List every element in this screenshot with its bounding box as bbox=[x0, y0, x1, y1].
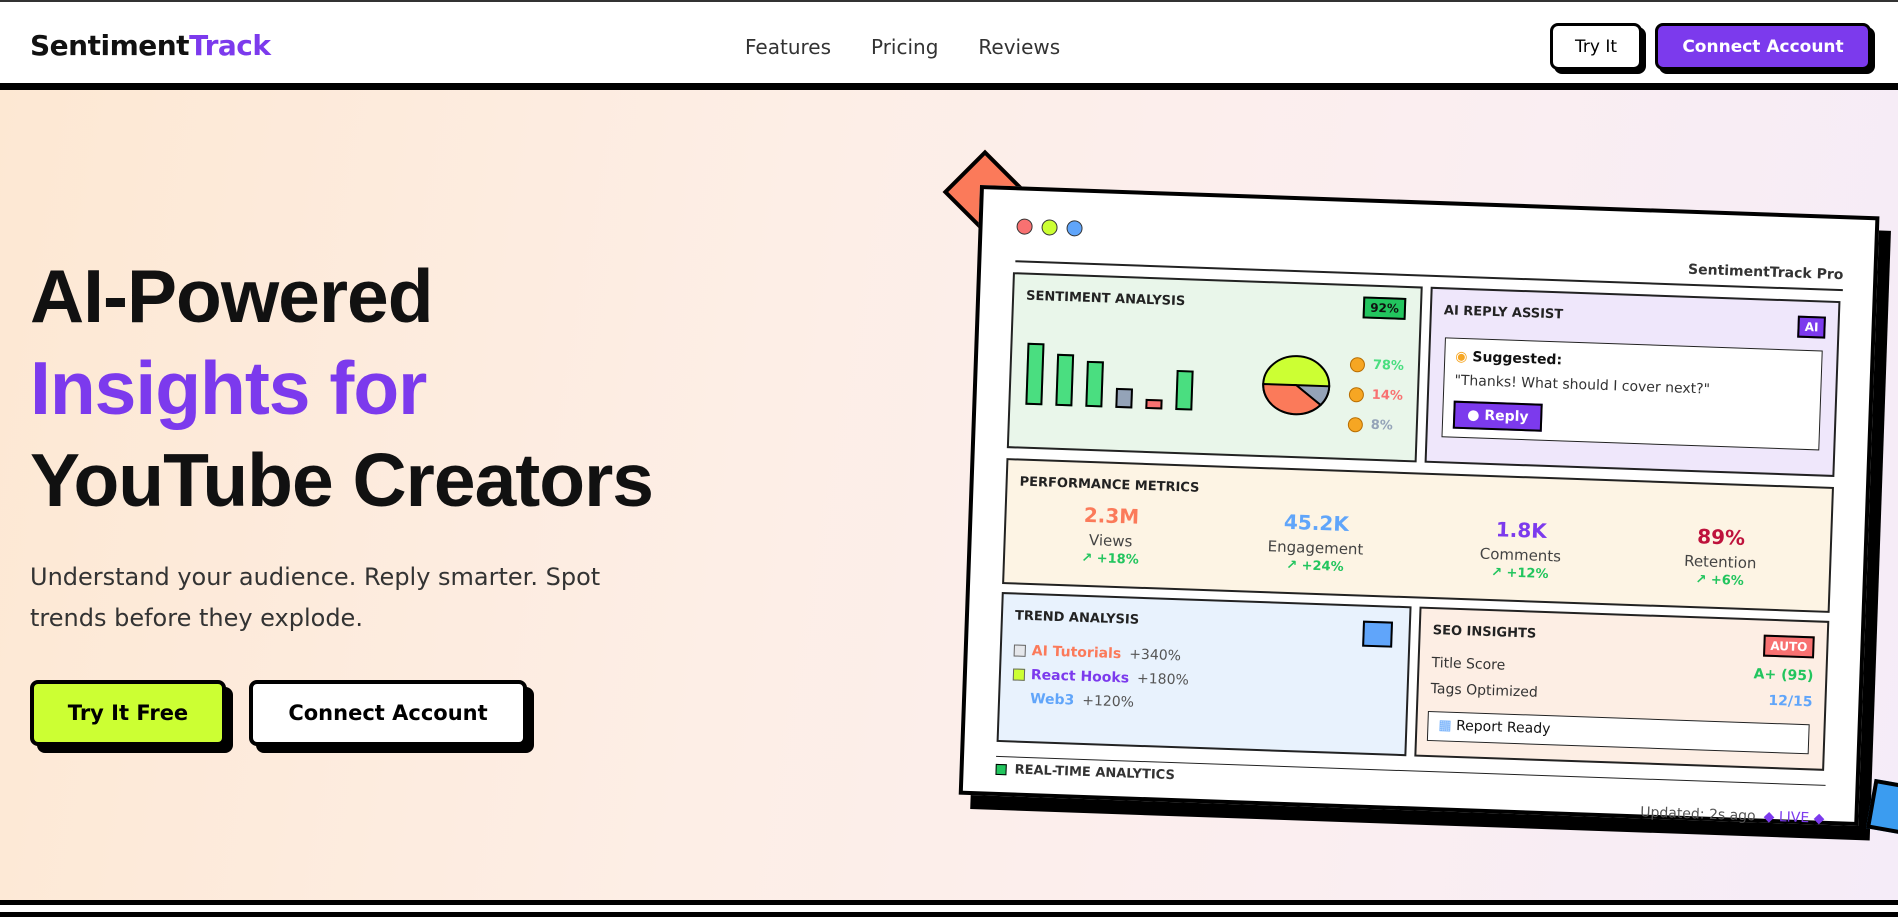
maximize-dot bbox=[1066, 220, 1083, 237]
headline-line-1: AI-Powered bbox=[30, 254, 434, 338]
dashboard-window: SentimentTrack Pro SENTIMENT ANALYSIS 92… bbox=[958, 185, 1880, 827]
performance-panel: PERFORMANCE METRICS 2.3M Views ↗ +18% 45… bbox=[1002, 458, 1834, 613]
seo-heading: SEO INSIGHTS bbox=[1432, 623, 1537, 642]
close-dot bbox=[1016, 218, 1033, 235]
bottom-border bbox=[0, 900, 1898, 917]
nav-link-features[interactable]: Features bbox=[745, 35, 831, 59]
bar-1 bbox=[1025, 342, 1045, 406]
sentiment-score-badge: 92% bbox=[1362, 296, 1407, 320]
ai-reply-heading: AI REPLY ASSIST bbox=[1443, 303, 1564, 323]
bar-3 bbox=[1085, 360, 1104, 408]
bar-4 bbox=[1115, 387, 1133, 409]
logo[interactable]: SentimentTrack bbox=[30, 29, 271, 62]
bar-5 bbox=[1145, 398, 1163, 410]
try-it-free-button[interactable]: Try It Free bbox=[30, 680, 226, 746]
try-it-button[interactable]: Try It bbox=[1550, 23, 1642, 70]
nav-links: Features Pricing Reviews bbox=[745, 35, 1060, 59]
hero-subtitle: Understand your audience. Reply smarter.… bbox=[30, 563, 601, 632]
realtime-label: REAL-TIME ANALYTICS bbox=[995, 762, 1175, 783]
nav-link-reviews[interactable]: Reviews bbox=[978, 35, 1060, 59]
metric-retention: 89% Retention ↗ +6% bbox=[1683, 524, 1757, 589]
headline-line-2: Insights for bbox=[30, 346, 427, 430]
connect-account-nav-button[interactable]: Connect Account bbox=[1655, 23, 1871, 70]
legend-positive: 78% bbox=[1349, 350, 1404, 382]
report-ready-box[interactable]: ▦ Report Ready bbox=[1426, 710, 1810, 755]
logo-accent: Track bbox=[189, 29, 271, 62]
headline-line-3: YouTube Creators bbox=[30, 438, 654, 522]
live-indicator-icon bbox=[995, 763, 1007, 776]
suggested-label: ◉ Suggested: bbox=[1455, 348, 1563, 369]
chat-bubble-icon: ● bbox=[1466, 407, 1485, 424]
nav-link-pricing[interactable]: Pricing bbox=[871, 35, 938, 59]
connect-account-button[interactable]: Connect Account bbox=[249, 680, 527, 746]
metric-comments: 1.8K Comments ↗ +12% bbox=[1479, 517, 1562, 583]
suggested-quote: "Thanks! What should I cover next?" bbox=[1454, 372, 1711, 398]
performance-heading: PERFORMANCE METRICS bbox=[1019, 474, 1200, 496]
dashboard-title: SentimentTrack Pro bbox=[1687, 261, 1844, 284]
metric-views: 2.3M Views ↗ +18% bbox=[1081, 502, 1140, 568]
sentiment-bar-chart bbox=[1025, 335, 1207, 411]
suggestion-box: ◉ Suggested: "Thanks! What should I cove… bbox=[1441, 337, 1823, 451]
chart-trend-icon bbox=[1362, 620, 1394, 648]
sentiment-heading: SENTIMENT ANALYSIS bbox=[1025, 288, 1186, 310]
legend-neutral: 8% bbox=[1347, 410, 1402, 442]
window-controls bbox=[1016, 218, 1083, 237]
title-score-row: Title Score A+ (95) bbox=[1431, 655, 1814, 685]
live-badge: ◆ LIVE ◆ bbox=[1763, 808, 1825, 827]
minimize-dot bbox=[1041, 219, 1058, 236]
ai-badge: AI bbox=[1797, 315, 1826, 339]
seo-panel: SEO INSIGHTS AUTO Title Score A+ (95) Ta… bbox=[1414, 606, 1830, 771]
sentiment-panel: SENTIMENT ANALYSIS 92% 78% 14% 8% bbox=[1006, 272, 1423, 463]
bar-2 bbox=[1055, 353, 1075, 407]
trend-heading: TREND ANALYSIS bbox=[1014, 608, 1140, 628]
auto-badge: AUTO bbox=[1762, 634, 1815, 659]
trend-list: AI Tutorials +340% React Hooks +180% Web3 +… bbox=[1012, 638, 1190, 716]
bar-6 bbox=[1175, 369, 1194, 411]
report-chart-icon: ▦ bbox=[1438, 717, 1457, 734]
reply-button[interactable]: ● Reply bbox=[1452, 400, 1544, 432]
legend-negative: 14% bbox=[1348, 380, 1403, 412]
lightbulb-icon: ◉ bbox=[1455, 348, 1473, 366]
happy-emoji-icon bbox=[1349, 357, 1366, 373]
sentiment-legend: 78% 14% 8% bbox=[1347, 350, 1404, 442]
ai-reply-panel: AI REPLY ASSIST AI ◉ Suggested: "Thanks!… bbox=[1424, 286, 1841, 477]
trend-panel: TREND ANALYSIS AI Tutorials +340% React H… bbox=[996, 592, 1412, 757]
neutral-emoji-icon bbox=[1347, 416, 1363, 433]
dashboard-mockup: SentimentTrack Pro SENTIMENT ANALYSIS 92… bbox=[958, 185, 1891, 841]
logo-main: Sentiment bbox=[30, 29, 190, 62]
metric-engagement: 45.2K Engagement ↗ +24% bbox=[1267, 509, 1364, 575]
sentiment-pie-chart bbox=[1262, 355, 1331, 416]
top-navbar: SentimentTrack Features Pricing Reviews … bbox=[0, 0, 1898, 90]
hero-headline: AI-Powered Insights for YouTube Creators bbox=[30, 250, 654, 526]
tags-row: Tags Optimized 12/15 bbox=[1430, 681, 1813, 711]
sad-emoji-icon bbox=[1348, 387, 1365, 403]
